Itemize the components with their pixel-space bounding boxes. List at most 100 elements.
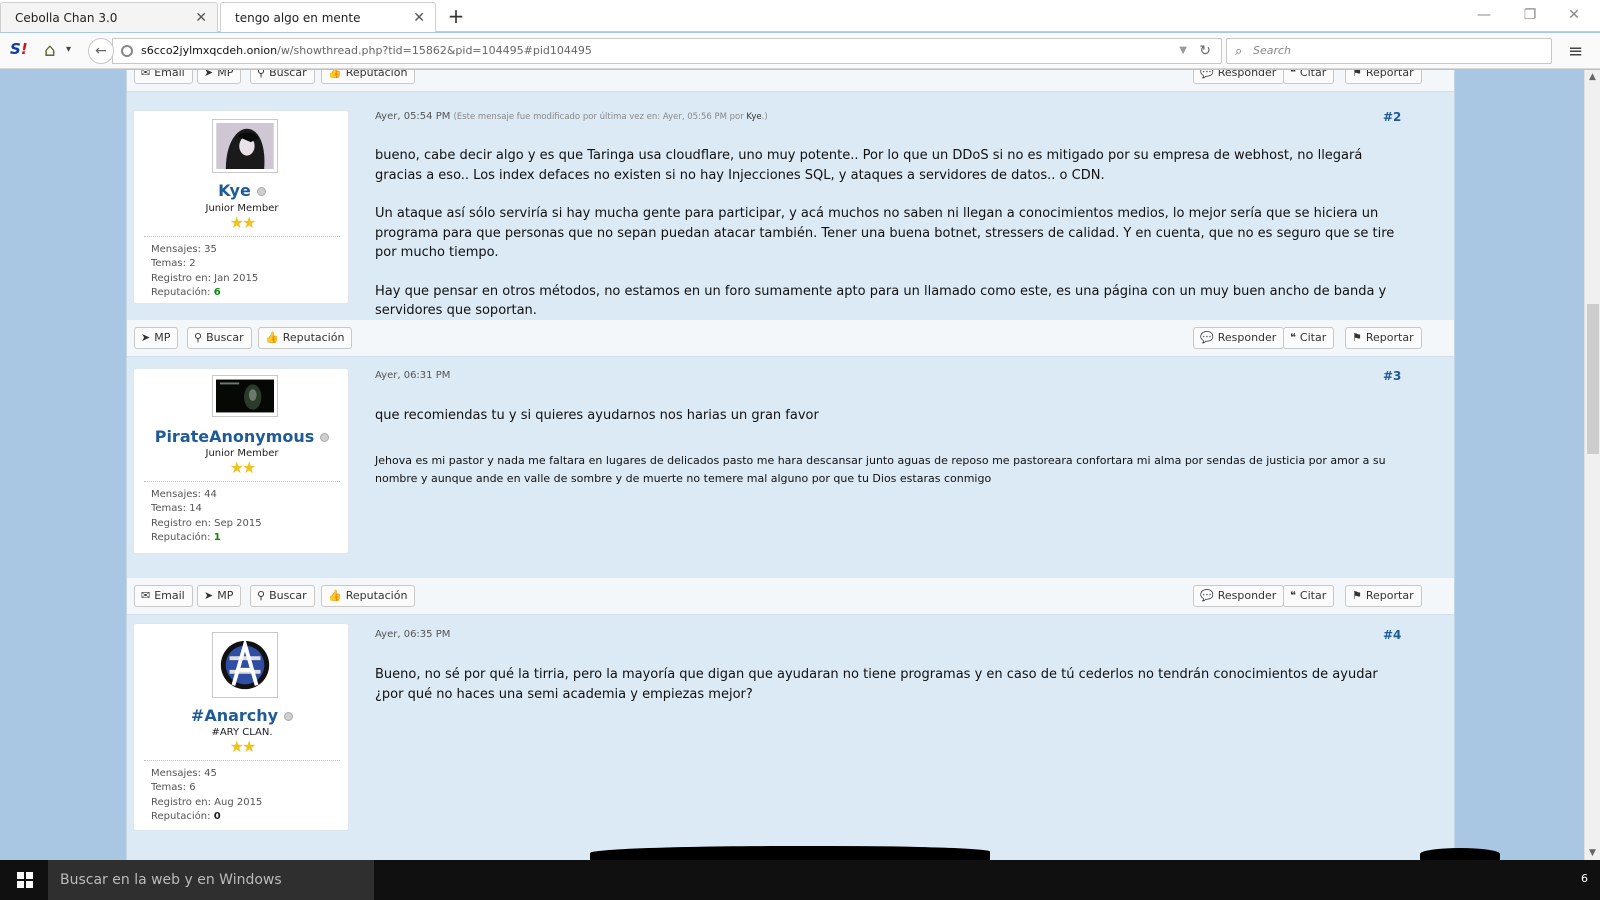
reply-button[interactable]: 💬 Responder [1193,70,1285,84]
reputation-value[interactable]: 1 [214,532,221,543]
report-button[interactable]: ⚑ Reportar [1345,70,1422,84]
scroll-down-icon[interactable]: ▼ [1589,848,1596,858]
restore-icon[interactable]: ❐ [1508,0,1552,30]
send-icon: ➤ [204,70,214,79]
chevron-down-icon[interactable]: ▾ [66,44,71,55]
scrollbar-thumb[interactable] [1587,304,1599,454]
reputation-button[interactable]: 👍 Reputación [321,585,416,607]
edit-note-user[interactable]: Kye [746,112,761,122]
search-posts-button[interactable]: ⚲ Buscar [187,327,252,349]
post-2: Kye Junior Member ★★ Mensajes: 35 Temas:… [127,92,1454,320]
quote-button[interactable]: ❝ Citar [1283,70,1335,84]
reply-button[interactable]: 💬 Responder [1193,327,1285,349]
new-tab-button[interactable]: + [444,4,468,28]
anarchy-symbol-icon [216,636,274,694]
thread-count: Temas: 6 [151,782,196,794]
username-link[interactable]: PirateAnonymous [134,427,350,446]
vertical-scrollbar[interactable]: ▲ ▼ [1584,70,1600,860]
reputation-button[interactable]: 👍 Reputación [321,70,416,84]
search-input[interactable]: ⌕ Search [1226,38,1552,64]
url-history-dropdown-icon[interactable]: ▼ [1179,39,1187,63]
post-count: Mensajes: 44 [151,489,217,500]
post-number-link[interactable]: #2 [1383,110,1401,124]
report-button[interactable]: ⚑ Reportar [1345,585,1422,607]
email-button[interactable]: ✉ Email [134,70,193,84]
quote-button[interactable]: ❝ Citar [1283,327,1335,349]
post-4: #Anarchy #ARY CLAN. ★★ Mensajes: 45 Tema… [127,615,1454,860]
pm-button[interactable]: ➤ MP [134,327,179,349]
avatar[interactable] [212,375,278,417]
thread-container: ✉ Email ➤ MP ⚲ Buscar 👍 Reputación 💬 Responde… [126,70,1455,860]
post-paragraph: Hay que pensar en otros métodos, no esta… [375,283,1387,319]
home-icon[interactable]: ⌂ [44,40,55,61]
post-number-link[interactable]: #4 [1383,628,1401,642]
divider [144,760,340,761]
reputation: Reputación: 0 [151,810,262,824]
search-posts-button[interactable]: ⚲ Buscar [250,585,315,607]
edit-note: (Este mensaje fue modificado por última … [454,112,768,122]
post-count: Mensajes: 45 [151,768,217,779]
button-label: Buscar [206,331,244,344]
post-date: Ayer, 06:31 PM [375,370,450,381]
minimize-icon[interactable]: — [1462,0,1506,30]
scroll-up-icon[interactable]: ▲ [1589,72,1596,82]
pm-button[interactable]: ➤ MP [197,585,242,607]
close-window-icon[interactable]: ✕ [1552,0,1596,30]
button-label: Email [154,70,185,79]
search-posts-button[interactable]: ⚲ Buscar [250,70,315,84]
pm-button[interactable]: ➤ MP [197,70,242,84]
username: #Anarchy [190,706,279,725]
post-1-button-row: ✉ Email ➤ MP ⚲ Buscar 👍 Reputación 💬 Responde… [127,70,1454,92]
back-button[interactable]: ← [88,38,114,64]
search-icon: ⚲ [257,70,266,79]
reputation-value[interactable]: 6 [214,287,221,298]
button-label: MP [154,331,171,344]
post-3-button-row: ✉ Email ➤ MP ⚲ Buscar 👍 Reputación 💬 Responde… [127,577,1454,615]
quote-button[interactable]: ❝ Citar [1283,585,1335,607]
search-icon: ⚲ [257,589,266,602]
reputation-button[interactable]: 👍 Reputación [258,327,353,349]
post-timestamp: Ayer, 05:54 PM [375,111,451,122]
reputation-value[interactable]: 0 [214,811,221,822]
thread-count: Temas: 14 [151,503,202,515]
username-link[interactable]: Kye [134,181,350,200]
tab-thread[interactable]: tengo algo en mente ✕ [220,2,436,32]
taskbar-search-input[interactable]: Buscar en la web y en Windows [48,860,374,900]
button-label: Responder [1217,331,1277,344]
thumbs-up-icon: 👍 [328,589,342,602]
email-icon: ✉ [141,70,151,79]
avatar[interactable] [212,632,278,698]
post-body: que recomiendas tu y si quieres ayudarno… [375,406,1405,507]
search-placeholder: Search [1253,44,1292,57]
tab-cebolla-chan[interactable]: Cebolla Chan 3.0 ✕ [0,2,218,32]
post-paragraph: bueno, cabe decir algo y es que Taringa … [375,148,1363,183]
button-label: Reportar [1365,331,1414,344]
page-content: ✉ Email ➤ MP ⚲ Buscar 👍 Reputación 💬 Responde… [0,70,1584,860]
email-button[interactable]: ✉ Email [134,585,193,607]
addon-logo-icon[interactable]: S! [10,40,28,58]
search-icon: ⌕ [1235,44,1243,59]
email-icon: ✉ [141,589,151,602]
site-identity-icon[interactable] [121,45,133,57]
username-link[interactable]: #Anarchy [134,706,350,725]
post-paragraph: Un ataque así sólo serviría si hay mucha… [375,206,1395,260]
rank-stars-icon: ★★ [229,213,257,232]
windows-start-icon[interactable] [17,872,33,888]
navigation-bar: S! ⌂ ▾ s6cco2jylmxqcdeh.onion/w/showthre… [0,33,1600,69]
reload-icon[interactable]: ↻ [1199,39,1211,63]
avatar-image [216,123,274,169]
close-tab-icon[interactable]: ✕ [413,10,425,26]
registration-date: Registro en: Sep 2015 [151,517,262,529]
user-signature: Jehova es mi pastor y nada me faltara en… [375,453,1386,485]
post-number-link[interactable]: #3 [1383,369,1401,383]
taskbar: Buscar en la web y en Windows 6 [0,860,1600,900]
registration-date: Registro en: Jan 2015 [151,272,259,284]
avatar[interactable] [212,119,278,173]
reply-button[interactable]: 💬 Responder [1193,585,1285,607]
reply-icon: 💬 [1200,331,1214,344]
close-tab-icon[interactable]: ✕ [195,10,207,26]
report-button[interactable]: ⚑ Reportar [1345,327,1422,349]
hamburger-menu-icon[interactable]: ≡ [1568,41,1583,62]
url-bar[interactable]: s6cco2jylmxqcdeh.onion/w/showthread.php?… [112,38,1222,64]
offline-status-icon [284,712,294,721]
